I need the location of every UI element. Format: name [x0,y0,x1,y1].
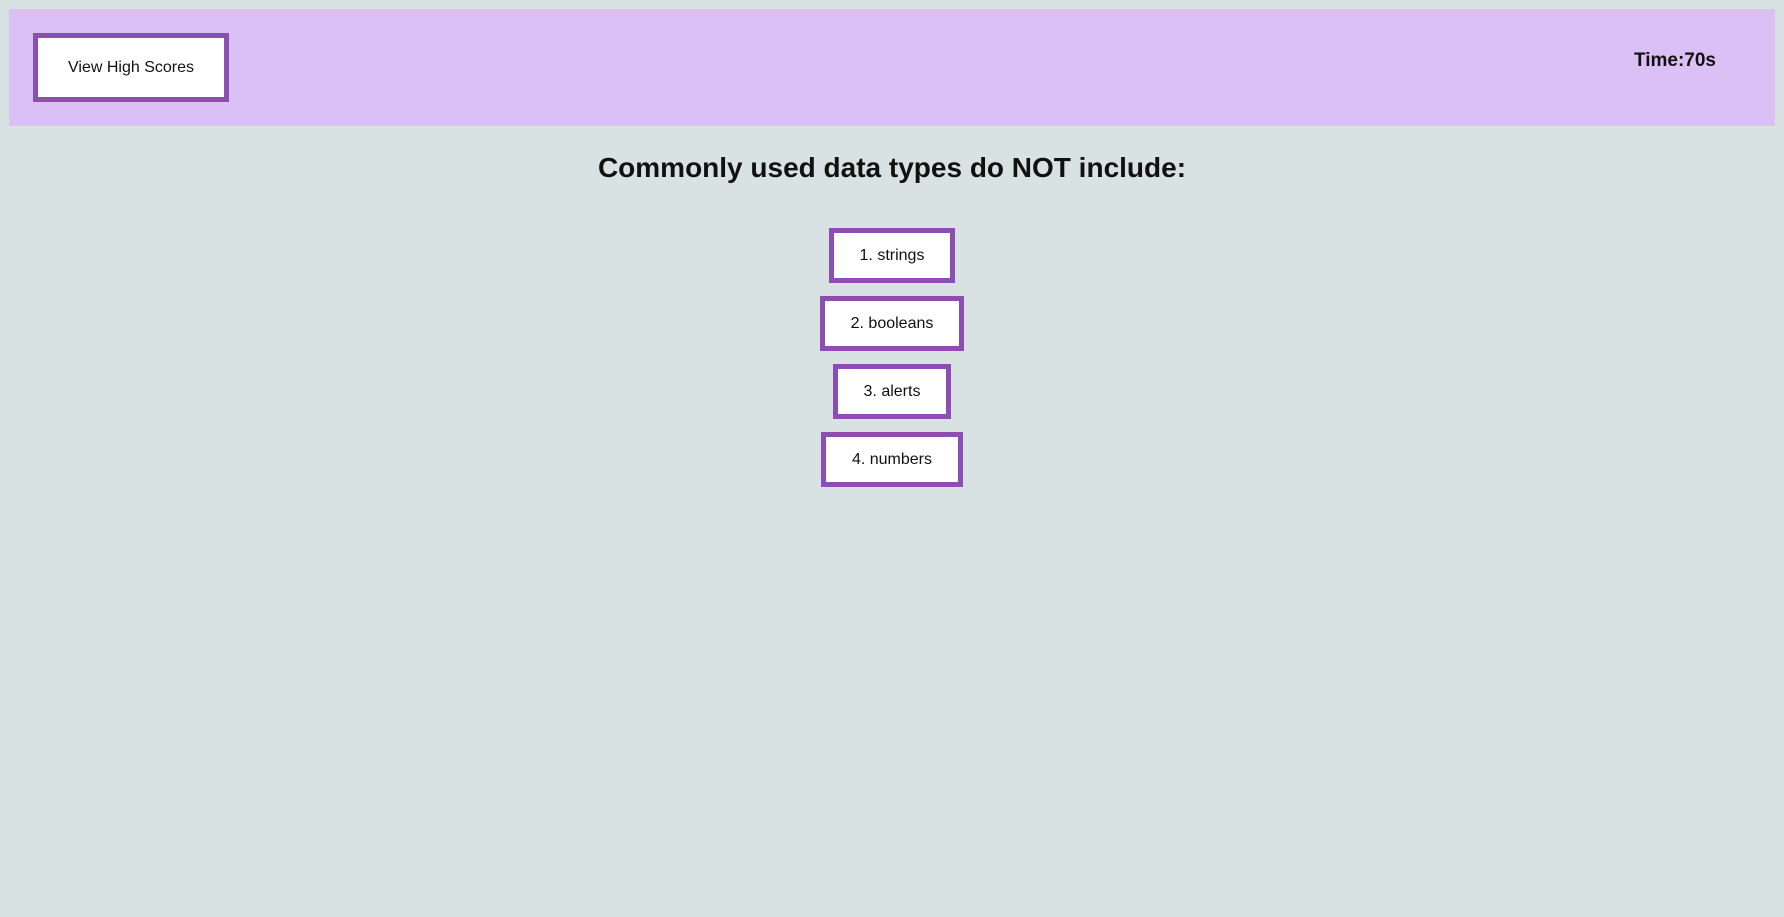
view-high-scores-button[interactable]: View High Scores [33,33,229,102]
question-title: Commonly used data types do NOT include: [597,152,1187,183]
answer-button-3[interactable]: 3. alerts [832,364,952,419]
header-bar: View High Scores Time:70s [9,9,1775,126]
answer-button-2[interactable]: 2. booleans [819,296,965,351]
timer-display: Time:70s [1633,50,1716,71]
answer-button-1[interactable]: 1. strings [828,228,956,283]
answer-list: 1. strings 2. booleans 3. alerts 4. numb… [0,228,1784,500]
answer-button-4[interactable]: 4. numbers [820,432,964,487]
